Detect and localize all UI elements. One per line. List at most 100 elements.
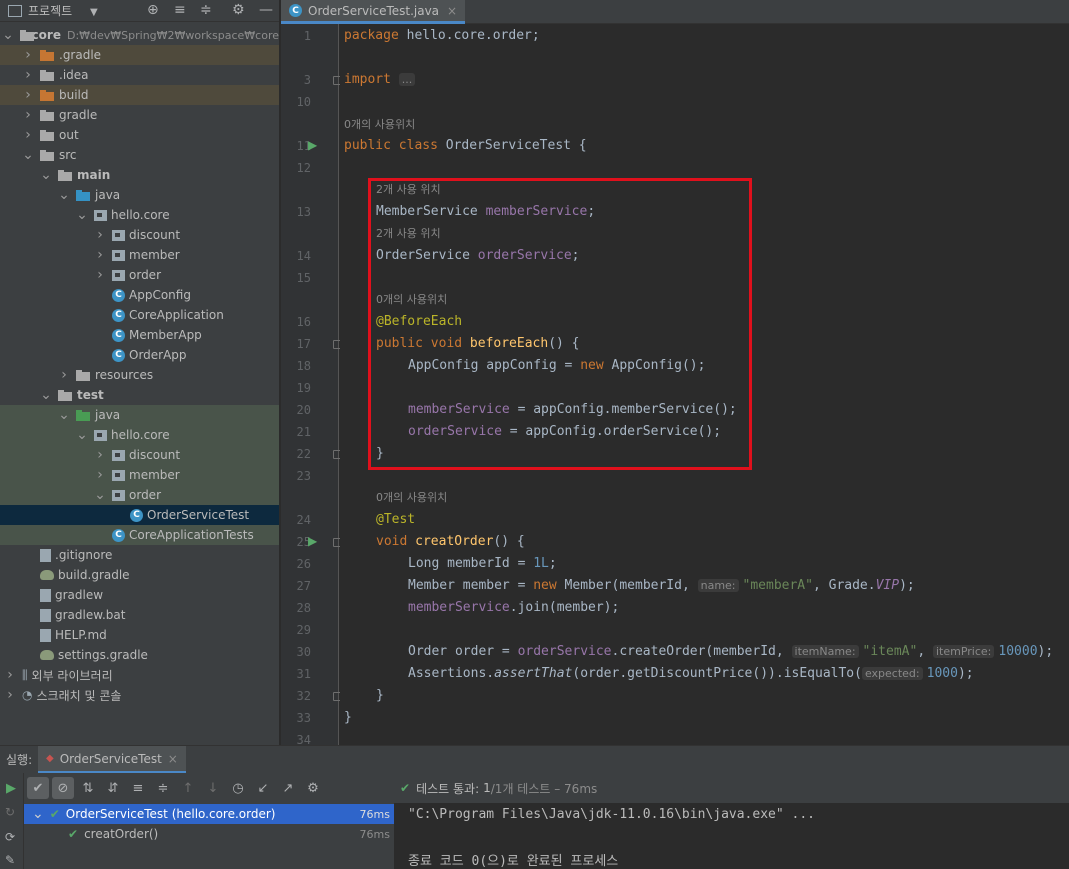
tree-item-settings-gradle[interactable]: settings.gradle — [0, 645, 279, 665]
tree-item-member[interactable]: › member — [0, 465, 279, 485]
chevron-right-icon[interactable]: › — [22, 67, 34, 83]
chevron-down-icon[interactable]: ⌄ — [76, 427, 88, 443]
tree-item-order[interactable]: ⌄ order — [0, 485, 279, 505]
tree-item-외부-라이브러리[interactable]: › ⫼ 외부 라이브러리 — [0, 665, 279, 685]
tree-item-order[interactable]: › order — [0, 265, 279, 285]
tree-item-help-md[interactable]: HELP.md — [0, 625, 279, 645]
chevron-right-icon[interactable]: › — [22, 107, 34, 123]
code-line[interactable]: void creatOrder() { — [376, 534, 525, 550]
code-line[interactable]: Assertions.assertThat(order.getDiscountP… — [408, 666, 974, 682]
collapse-tests-icon[interactable]: ≑ — [152, 777, 174, 799]
tree-item-member[interactable]: › member — [0, 245, 279, 265]
code-line[interactable]: } — [344, 710, 352, 726]
tree-item-out[interactable]: › out — [0, 125, 279, 145]
close-tab-icon[interactable]: × — [447, 4, 457, 18]
tree-item-core[interactable]: ⌄ core D:₩dev₩Spring₩2₩workspace₩core — [0, 25, 279, 45]
tree-item-java[interactable]: ⌄ java — [0, 405, 279, 425]
rerun-icon[interactable]: ▶ — [6, 781, 16, 796]
code-line[interactable]: @Test — [376, 512, 415, 528]
code-line[interactable]: Member member = new Member(memberId, nam… — [408, 578, 915, 594]
tree-item-gradlew[interactable]: gradlew — [0, 585, 279, 605]
tree-item-hello-core[interactable]: ⌄ hello.core — [0, 205, 279, 225]
locate-icon[interactable]: ⊕ — [147, 3, 159, 17]
tree-item-coreapplicationtests[interactable]: C CoreApplicationTests — [0, 525, 279, 545]
show-ignored-icon[interactable]: ⊘ — [52, 777, 74, 799]
run-console[interactable]: "C:\Program Files\Java\jdk-11.0.16\bin\j… — [394, 803, 1069, 869]
chevron-right-icon[interactable]: › — [22, 47, 34, 63]
view-dropdown-icon[interactable]: ▼ — [90, 6, 98, 20]
next-failed-icon[interactable]: ↓ — [202, 777, 224, 799]
chevron-right-icon[interactable]: › — [94, 267, 106, 283]
run-test-icon[interactable]: ▶ — [308, 534, 317, 548]
tab-order-service-test[interactable]: C OrderServiceTest.java × — [281, 0, 466, 24]
chevron-down-icon[interactable]: ⌄ — [94, 487, 106, 503]
tree-item-main[interactable]: ⌄ main — [0, 165, 279, 185]
usage-hint[interactable]: 0개의 사용위치 — [376, 491, 447, 505]
close-run-tab-icon[interactable]: × — [168, 752, 178, 766]
tree-item-java[interactable]: ⌄ java — [0, 185, 279, 205]
code-line[interactable]: import ... — [344, 72, 419, 88]
tree-item-discount[interactable]: › discount — [0, 445, 279, 465]
tree-item-appconfig[interactable]: C AppConfig — [0, 285, 279, 305]
chevron-down-icon[interactable]: ⌄ — [58, 187, 70, 203]
tree-item-build[interactable]: › build — [0, 85, 279, 105]
tree-item-src[interactable]: ⌄ src — [0, 145, 279, 165]
tree-item-coreapplication[interactable]: C CoreApplication — [0, 305, 279, 325]
collapse-all-icon[interactable]: ≑ — [200, 3, 212, 17]
tree-item-test[interactable]: ⌄ test — [0, 385, 279, 405]
tree-item-gradlew-bat[interactable]: gradlew.bat — [0, 605, 279, 625]
tree-item-build-gradle[interactable]: build.gradle — [0, 565, 279, 585]
tab-run-order-service-test[interactable]: ◆ OrderServiceTest × — [38, 746, 186, 774]
chevron-right-icon[interactable]: › — [94, 447, 106, 463]
chevron-right-icon[interactable]: › — [22, 87, 34, 103]
code-line[interactable]: } — [376, 688, 384, 704]
chevron-right-icon[interactable]: › — [22, 127, 34, 143]
rerun-failed-icon[interactable]: ↻ — [5, 805, 15, 819]
code-line[interactable]: public class OrderServiceTest { — [344, 138, 587, 154]
usage-hint[interactable]: 0개의 사용위치 — [344, 118, 415, 132]
project-view-icon[interactable] — [8, 4, 22, 17]
tree-item-idea[interactable]: › .idea — [0, 65, 279, 85]
test-settings-gear-icon[interactable]: ⚙ — [302, 777, 324, 799]
tree-item-memberapp[interactable]: C MemberApp — [0, 325, 279, 345]
toggle-auto-test-icon[interactable]: ⟳ — [5, 830, 15, 844]
run-class-icon[interactable]: ▶ — [308, 138, 317, 152]
chevron-right-icon[interactable]: › — [4, 687, 16, 703]
tree-item-resources[interactable]: › resources — [0, 365, 279, 385]
tree-item-gradle[interactable]: › .gradle — [0, 45, 279, 65]
wrench-icon[interactable]: ✎ — [5, 853, 15, 867]
expand-tests-icon[interactable]: ≡ — [127, 777, 149, 799]
chevron-down-icon[interactable]: ⌄ — [32, 806, 44, 822]
chevron-down-icon[interactable]: ⌄ — [22, 147, 34, 163]
chevron-down-icon[interactable]: ⌄ — [40, 387, 52, 403]
code-line[interactable]: memberService.join(member); — [408, 600, 619, 616]
prev-failed-icon[interactable]: ↑ — [177, 777, 199, 799]
show-passed-icon[interactable]: ✔ — [27, 777, 49, 799]
code-line[interactable]: Order order = orderService.createOrder(m… — [408, 644, 1053, 660]
hide-panel-icon[interactable]: — — [259, 3, 273, 17]
chevron-right-icon[interactable]: › — [58, 367, 70, 383]
chevron-down-icon[interactable]: ⌄ — [40, 167, 52, 183]
code-line[interactable]: package hello.core.order; — [344, 28, 540, 44]
sort-duration-icon[interactable]: ⇵ — [102, 777, 124, 799]
chevron-right-icon[interactable]: › — [94, 247, 106, 263]
test-result-row[interactable]: ✔ creatOrder() 76ms — [24, 824, 394, 844]
tree-item-orderapp[interactable]: C OrderApp — [0, 345, 279, 365]
chevron-down-icon[interactable]: ⌄ — [76, 207, 88, 223]
tree-item-gitignore[interactable]: .gitignore — [0, 545, 279, 565]
import-tests-icon[interactable]: ↙ — [252, 777, 274, 799]
chevron-down-icon[interactable]: ⌄ — [2, 27, 14, 43]
tree-item-hello-core[interactable]: ⌄ hello.core — [0, 425, 279, 445]
chevron-right-icon[interactable]: › — [94, 227, 106, 243]
chevron-down-icon[interactable]: ⌄ — [58, 407, 70, 423]
chevron-right-icon[interactable]: › — [4, 667, 16, 683]
test-result-row[interactable]: ⌄ ✔ OrderServiceTest (hello.core.order) 76m… — [24, 804, 394, 824]
tree-item-gradle[interactable]: › gradle — [0, 105, 279, 125]
tree-item-스크래치-및-콘솔[interactable]: › ◔ 스크래치 및 콘솔 — [0, 685, 279, 705]
code-line[interactable]: Long memberId = 1L; — [408, 556, 557, 572]
project-panel-title[interactable]: 프로젝트 — [28, 2, 72, 19]
chevron-right-icon[interactable]: › — [94, 467, 106, 483]
history-icon[interactable]: ◷ — [227, 777, 249, 799]
tree-item-orderservicetest[interactable]: C OrderServiceTest — [0, 505, 279, 525]
expand-all-icon[interactable]: ≡ — [174, 3, 186, 17]
